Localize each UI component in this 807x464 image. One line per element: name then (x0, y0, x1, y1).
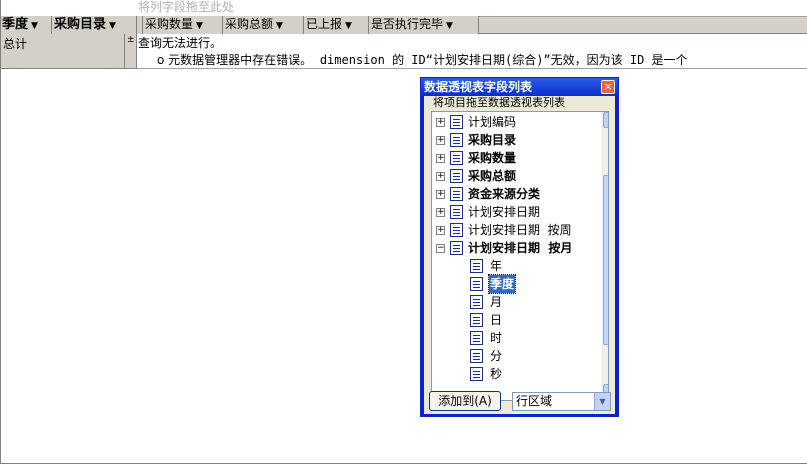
target-area-select[interactable]: 行区域 ▼ (512, 392, 611, 411)
target-area-value: 行区域 (516, 394, 553, 408)
field-button-quarter[interactable]: 季度 ▼ (0, 16, 52, 34)
field-icon (470, 259, 483, 273)
dropdown-arrow-icon[interactable]: ▼ (196, 21, 203, 31)
field-tree[interactable]: + 计划编码 + 采购目录 + 采购数量 + 采购总额 + 资金来源分类 + 计… (431, 111, 609, 401)
tree-item-label: 秒 (490, 367, 503, 381)
drag-hint: 将项目拖至数据透视表列表 (433, 96, 565, 109)
field-icon (450, 133, 463, 147)
tree-item-label: 分 (490, 349, 503, 363)
tree-item-label: 计划安排日期 按周 (468, 223, 572, 237)
field-icon (450, 187, 463, 201)
field-label: 是否执行完毕 (371, 17, 444, 31)
tree-item-label: 月 (490, 295, 503, 309)
field-label: 采购总额 (225, 17, 274, 31)
dropdown-arrow-icon[interactable]: ▼ (31, 21, 38, 31)
tree-item-label: 日 (490, 313, 503, 327)
tree-item-label: 计划安排日期 (468, 205, 541, 219)
expand-icon[interactable]: + (436, 190, 445, 199)
grid-border (0, 0, 807, 464)
field-icon (450, 223, 463, 237)
bullet-icon: o (157, 53, 165, 67)
window-title[interactable]: 数据透视表字段列表 (421, 78, 618, 96)
field-label: 采购数量 (145, 17, 194, 31)
field-icon (470, 349, 483, 363)
field-label: 季度 (2, 17, 29, 32)
scroll-thumb[interactable] (603, 175, 608, 345)
expand-icon[interactable]: + (436, 208, 445, 217)
field-label: 已上报 (306, 17, 343, 31)
tree-item-label: 采购总额 (468, 169, 517, 183)
grand-total-label: 总计 (0, 34, 125, 69)
tree-item-label: 时 (490, 331, 503, 345)
field-label: 采购目录 (54, 17, 107, 32)
row-divider (137, 68, 807, 69)
tree-scrollbar[interactable]: ▲ ▼ (602, 112, 608, 400)
field-icon (470, 367, 483, 381)
expand-icon[interactable]: + (436, 226, 445, 235)
dropdown-arrow-icon[interactable]: ▼ (276, 21, 283, 31)
expand-icon[interactable]: ± (127, 36, 135, 45)
expand-icon[interactable]: + (436, 172, 445, 181)
collapse-icon[interactable]: − (436, 244, 445, 253)
field-list-window[interactable]: 数据透视表字段列表 × 将项目拖至数据透视表列表 + 计划编码 + 采购目录 +… (420, 77, 619, 417)
tree-item-label: 年 (490, 259, 503, 273)
field-button-purchase-qty[interactable]: 采购数量 ▼ (143, 16, 223, 34)
error-detail-prefix: 元数据管理器中存在错误。 (168, 53, 313, 67)
error-detail-message: dimension 的 ID“计划安排日期(综合)”无效，因为该 ID 是一个 (319, 53, 688, 67)
tree-item-label: 采购数量 (468, 151, 517, 165)
expand-icon[interactable]: + (436, 154, 445, 163)
field-icon (450, 241, 463, 255)
expand-icon[interactable]: + (436, 118, 445, 127)
field-icon (450, 115, 463, 129)
dropdown-arrow-icon[interactable]: ▼ (109, 21, 116, 31)
field-icon (470, 295, 483, 309)
field-icon (450, 169, 463, 183)
field-icon (470, 277, 483, 291)
error-title: 查询无法进行。 (138, 36, 223, 50)
tree-item-label: 资金来源分类 (468, 187, 541, 201)
field-button-reported[interactable]: 已上报 ▼ (304, 16, 369, 34)
field-icon (450, 205, 463, 219)
field-icon (450, 151, 463, 165)
tree-item-label-selected: 季度 (487, 274, 517, 294)
scroll-up-icon[interactable]: ▲ (603, 112, 608, 128)
expand-icon[interactable]: + (436, 136, 445, 145)
field-icon (470, 313, 483, 327)
field-button-purchase-total[interactable]: 采购总额 ▼ (223, 16, 304, 34)
field-button-executed[interactable]: 是否执行完毕 ▼ (369, 16, 479, 34)
tree-item-label: 计划安排日期 按月 (468, 241, 573, 255)
tree-item-label: 采购目录 (468, 133, 517, 147)
tree-item-label: 计划编码 (468, 115, 517, 129)
error-detail: o 元数据管理器中存在错误。 dimension 的 ID“计划安排日期(综合)… (157, 52, 688, 68)
expand-collapse-control[interactable]: ± (125, 34, 137, 69)
chevron-down-icon[interactable]: ▼ (594, 393, 610, 410)
field-button-procurement-catalog[interactable]: 采购目录 ▼ (52, 16, 137, 34)
field-icon (470, 331, 483, 345)
dropdown-arrow-icon[interactable]: ▼ (446, 21, 453, 31)
add-to-button[interactable]: 添加到(A) (429, 391, 501, 411)
close-icon[interactable]: × (601, 80, 615, 94)
window-client: 将项目拖至数据透视表列表 + 计划编码 + 采购目录 + 采购数量 + 采购总额 (424, 96, 615, 414)
column-drop-zone[interactable]: 将列字段拖至此处 (137, 0, 807, 16)
dropdown-arrow-icon[interactable]: ▼ (345, 21, 352, 31)
